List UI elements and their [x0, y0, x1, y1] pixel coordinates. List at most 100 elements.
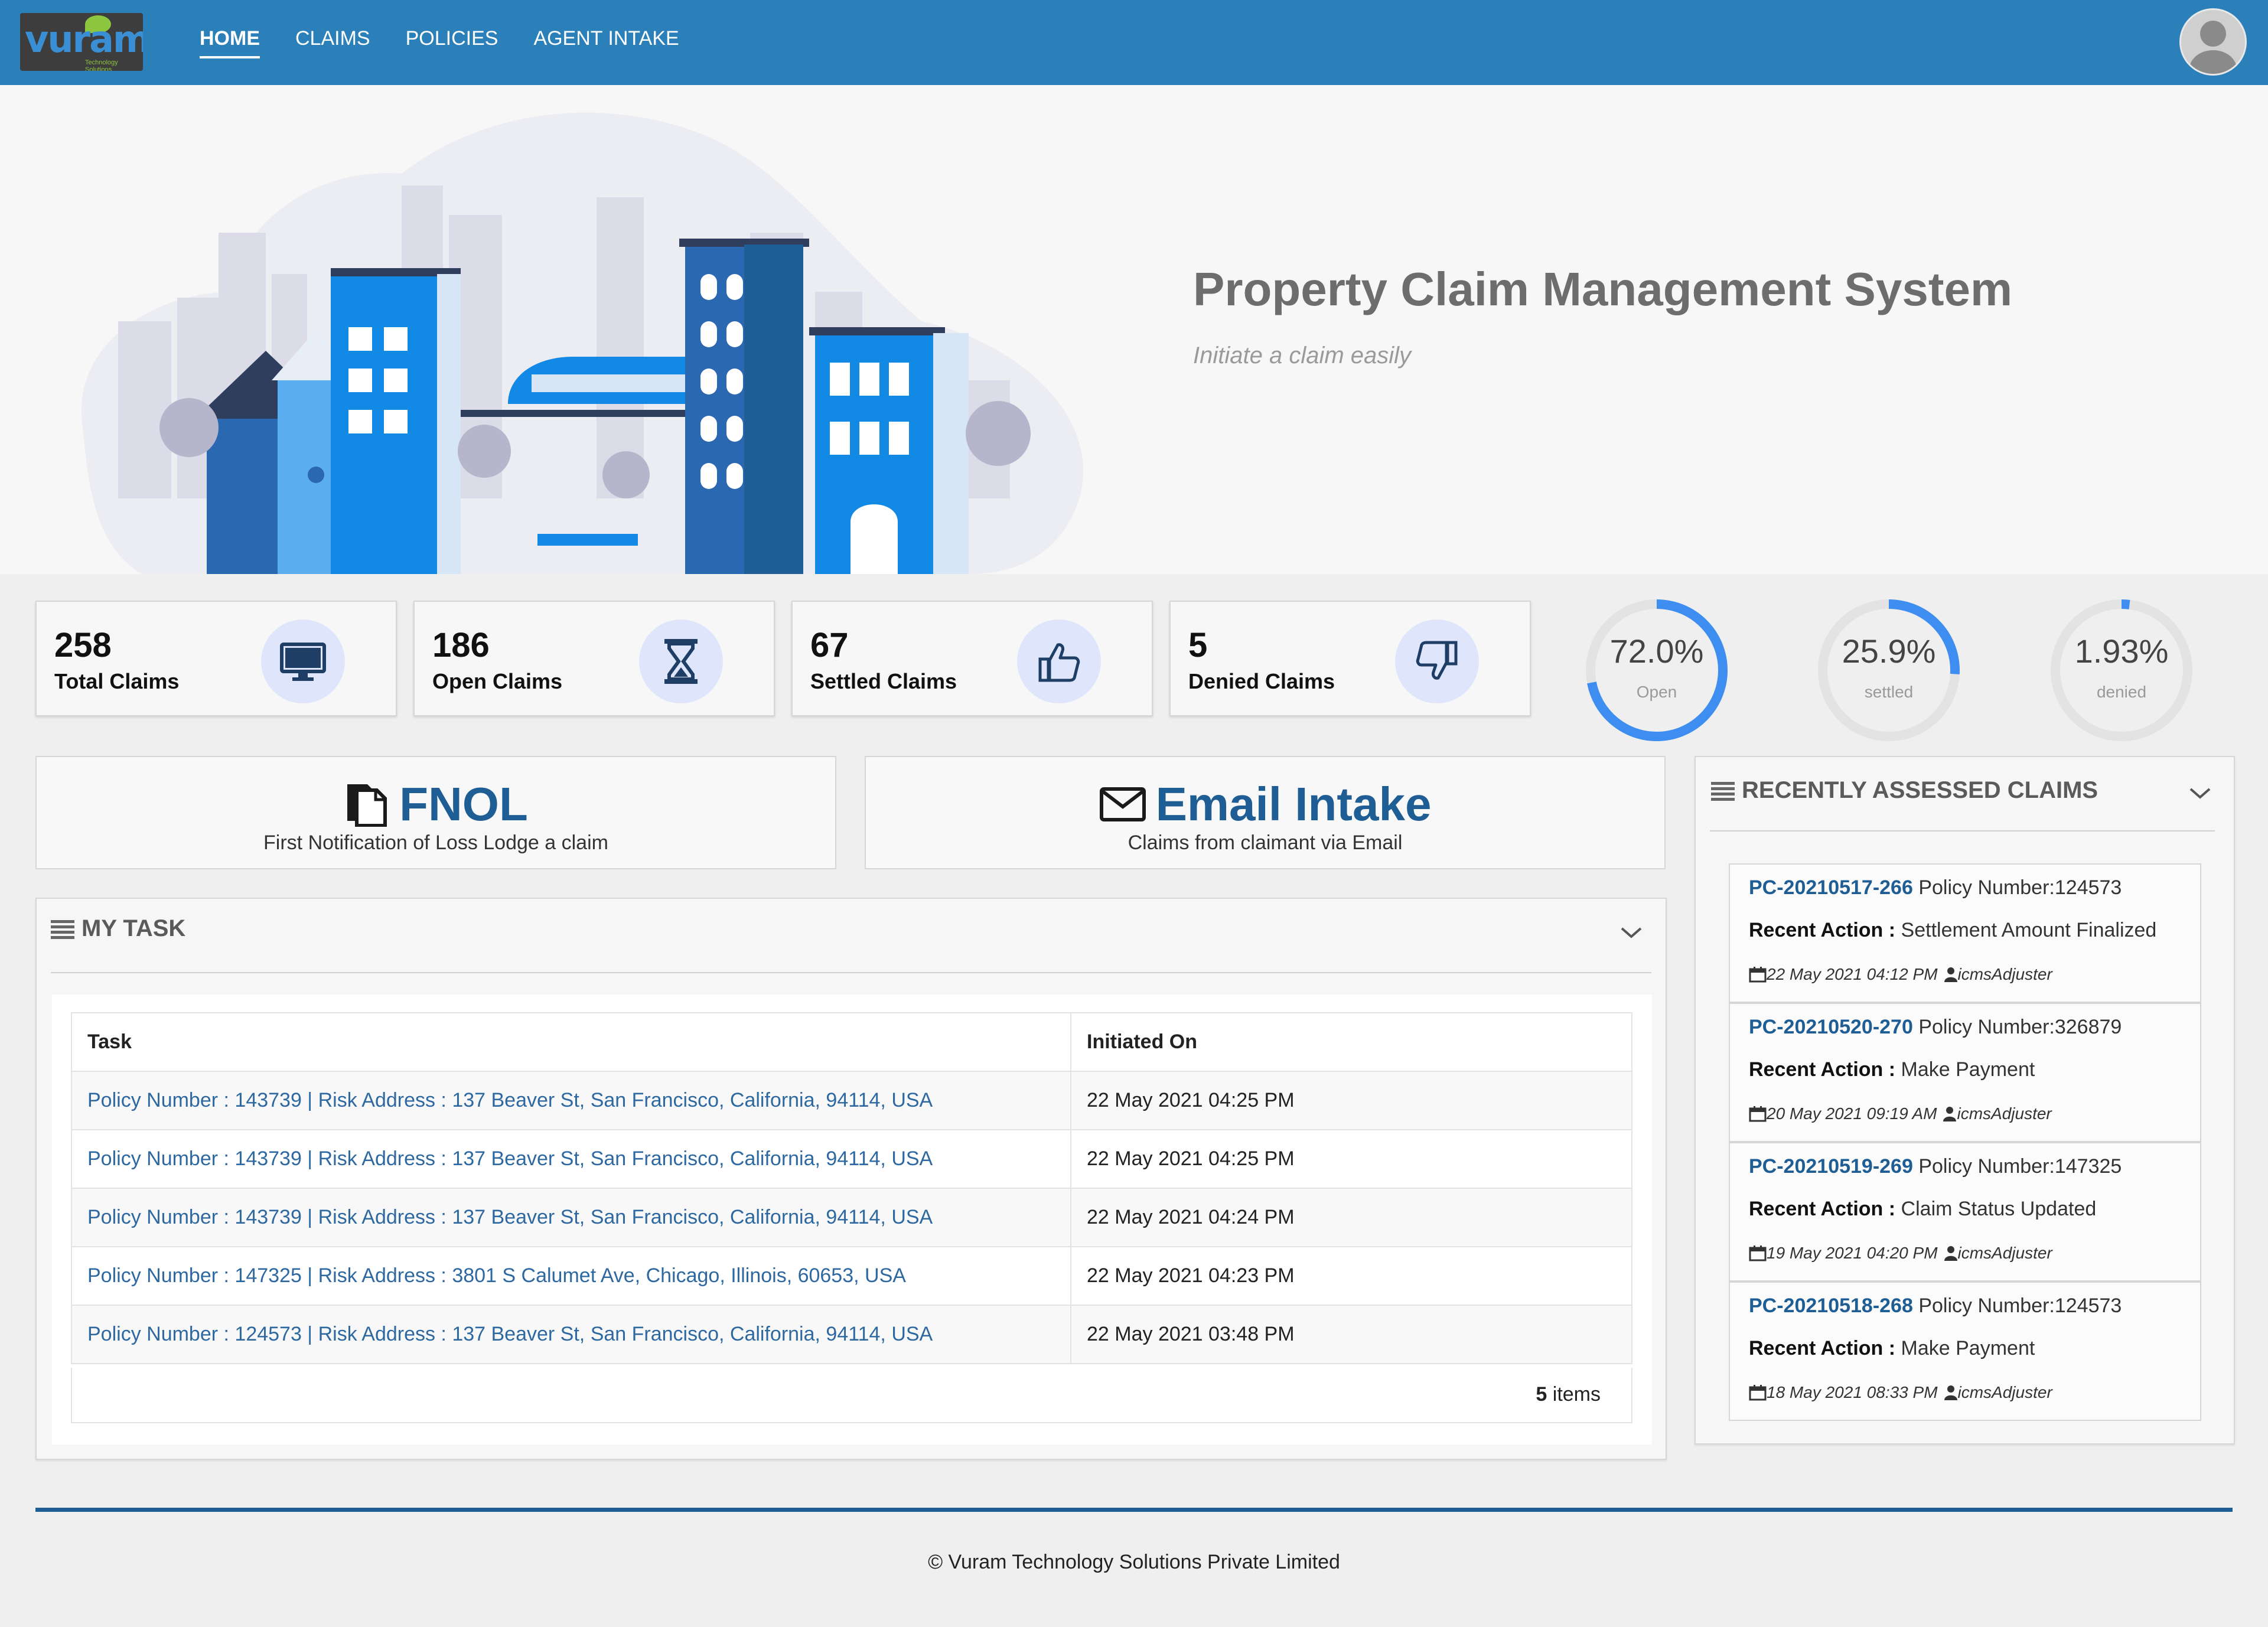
gauge-value: 25.9%: [1842, 632, 1936, 670]
claim-heading: PC-20210517-266 Policy Number:124573: [1749, 876, 2122, 899]
email-intake-subtitle: Claims from claimant via Email: [1128, 832, 1403, 854]
claim-id-link[interactable]: PC-20210519-269: [1749, 1155, 1913, 1178]
user-icon: [1944, 967, 1957, 982]
fnol-title: FNOL: [399, 778, 528, 830]
claim-action-line: Recent Action : Make Payment: [1749, 1337, 2035, 1360]
claim-date: 18 May 2021 08:33 PM: [1767, 1383, 1938, 1401]
stat-label: Settled Claims: [810, 669, 957, 693]
claim-user: icmsAdjuster: [1957, 1104, 2052, 1123]
logo-subtext: Technology Solutions: [85, 59, 118, 71]
gauge-value: 1.93%: [2074, 632, 2169, 670]
user-silhouette-icon: [2181, 10, 2245, 74]
nav-home[interactable]: HOME: [200, 27, 260, 58]
thumbs-down-icon: [1395, 620, 1479, 703]
table-header-row: Task Initiated On: [71, 1012, 1632, 1072]
claim-meta: 20 May 2021 09:19 AM icmsAdjuster: [1749, 1104, 2052, 1123]
claim-policy: Policy Number:124573: [1918, 876, 2122, 899]
items-count: 5 items: [1536, 1383, 1601, 1406]
thumbs-up-icon: [1017, 620, 1101, 703]
email-intake-card[interactable]: Email Intake Claims from claimant via Em…: [865, 756, 1666, 869]
user-avatar[interactable]: [2179, 8, 2247, 76]
task-link[interactable]: Policy Number : 147325 | Risk Address : …: [71, 1246, 1071, 1306]
user-icon: [1944, 1246, 1957, 1261]
task-date: 22 May 2021 04:24 PM: [1070, 1188, 1632, 1247]
panel-divider: [51, 972, 1651, 973]
claim-id-link[interactable]: PC-20210517-266: [1749, 876, 1913, 899]
table-row: Policy Number : 143739 | Risk Address : …: [71, 1129, 1632, 1189]
city-buildings-illustration: [81, 112, 1084, 574]
table-footer: 5 items: [71, 1368, 1632, 1423]
gauge-settled: 25.9% settled: [1815, 596, 1963, 744]
task-date: 22 May 2021 04:25 PM: [1070, 1129, 1632, 1189]
claim-user: icmsAdjuster: [1957, 965, 2052, 983]
stat-value: 67: [810, 626, 849, 664]
my-task-title: MY TASK: [82, 915, 186, 941]
table-row: Policy Number : 143739 | Risk Address : …: [71, 1071, 1632, 1130]
stat-card-total-claims[interactable]: 258 Total Claims: [35, 601, 397, 716]
vuram-logo[interactable]: vuram Technology Solutions: [20, 13, 143, 71]
fnol-card[interactable]: FNOL First Notification of Loss Lodge a …: [35, 756, 836, 869]
table-row: Policy Number : 147325 | Risk Address : …: [71, 1246, 1632, 1306]
recent-claims-panel: RECENTLY ASSESSED CLAIMS PC-20210517-266…: [1695, 756, 2235, 1445]
recent-claim-item: PC-20210518-268 Policy Number:124573 Rec…: [1729, 1282, 2201, 1421]
nav-agent-intake[interactable]: AGENT INTAKE: [533, 27, 679, 58]
logo-text: vuram: [25, 18, 143, 61]
gauge-label: settled: [1864, 683, 1914, 701]
gauge-open: 72.0% Open: [1583, 596, 1731, 744]
calendar-icon: [1749, 967, 1767, 983]
claim-id-link[interactable]: PC-20210520-270: [1749, 1016, 1913, 1038]
table-row: Policy Number : 143739 | Risk Address : …: [71, 1188, 1632, 1247]
claim-meta: 22 May 2021 04:12 PM icmsAdjuster: [1749, 965, 2052, 984]
my-task-header: MY TASK: [51, 915, 185, 942]
list-icon: [51, 920, 74, 939]
gauge-label: Open: [1636, 683, 1677, 701]
list-icon: [1711, 781, 1735, 801]
claim-user: icmsAdjuster: [1957, 1244, 2052, 1262]
document-icon: [347, 784, 387, 827]
task-link[interactable]: Policy Number : 143739 | Risk Address : …: [71, 1188, 1071, 1247]
recent-claim-item: PC-20210519-269 Policy Number:147325 Rec…: [1729, 1142, 2201, 1282]
recent-action-label: Recent Action :: [1749, 919, 1896, 941]
task-date: 22 May 2021 04:23 PM: [1070, 1246, 1632, 1306]
nav-claims[interactable]: CLAIMS: [295, 27, 370, 58]
stat-value: 186: [432, 626, 490, 664]
stat-label: Total Claims: [54, 669, 180, 693]
column-header-initiated-on[interactable]: Initiated On: [1070, 1012, 1632, 1072]
envelope-icon: [1099, 787, 1146, 821]
main-nav: HOME CLAIMS POLICIES AGENT INTAKE: [200, 27, 715, 58]
column-header-task[interactable]: Task: [71, 1012, 1071, 1072]
top-navigation-bar: vuram Technology Solutions HOME CLAIMS P…: [0, 0, 2268, 85]
chevron-down-icon[interactable]: [1619, 926, 1643, 940]
fnol-subtitle: First Notification of Loss Lodge a claim: [263, 832, 608, 854]
task-link[interactable]: Policy Number : 143739 | Risk Address : …: [71, 1071, 1071, 1130]
my-task-panel: MY TASK Task Initiated On Policy Number …: [35, 898, 1667, 1460]
claim-meta: 19 May 2021 04:20 PM icmsAdjuster: [1749, 1244, 2052, 1263]
email-intake-header: Email Intake: [866, 777, 1664, 832]
claim-id-link[interactable]: PC-20210518-268: [1749, 1295, 1913, 1317]
table-row: Policy Number : 124573 | Risk Address : …: [71, 1305, 1632, 1364]
recent-claims-title: RECENTLY ASSESSED CLAIMS: [1742, 777, 2098, 803]
stat-card-settled-claims[interactable]: 67 Settled Claims: [791, 601, 1153, 716]
claim-heading: PC-20210519-269 Policy Number:147325: [1749, 1155, 2122, 1178]
task-date: 22 May 2021 03:48 PM: [1070, 1305, 1632, 1364]
claim-action: Make Payment: [1901, 1337, 2035, 1359]
claim-date: 20 May 2021 09:19 AM: [1767, 1104, 1937, 1123]
claim-action-line: Recent Action : Settlement Amount Finali…: [1749, 919, 2156, 942]
claim-policy: Policy Number:326879: [1918, 1016, 2122, 1038]
nav-policies[interactable]: POLICIES: [406, 27, 498, 58]
task-link[interactable]: Policy Number : 124573 | Risk Address : …: [71, 1305, 1071, 1364]
stat-card-denied-claims[interactable]: 5 Denied Claims: [1169, 601, 1531, 716]
monitor-icon: [261, 620, 345, 703]
page-title: Property Claim Management System: [1193, 263, 2013, 315]
hourglass-icon: [639, 620, 723, 703]
task-link[interactable]: Policy Number : 143739 | Risk Address : …: [71, 1129, 1071, 1189]
claim-action: Claim Status Updated: [1901, 1198, 2097, 1220]
user-icon: [1943, 1107, 1957, 1121]
chevron-down-icon[interactable]: [2188, 787, 2212, 801]
stat-card-open-claims[interactable]: 186 Open Claims: [413, 601, 775, 716]
calendar-icon: [1749, 1245, 1767, 1261]
recent-action-label: Recent Action :: [1749, 1058, 1896, 1081]
claim-date: 19 May 2021 04:20 PM: [1767, 1244, 1938, 1262]
gauge-denied: 1.93% denied: [2048, 596, 2195, 744]
recent-claim-item: PC-20210520-270 Policy Number:326879 Rec…: [1729, 1003, 2201, 1142]
